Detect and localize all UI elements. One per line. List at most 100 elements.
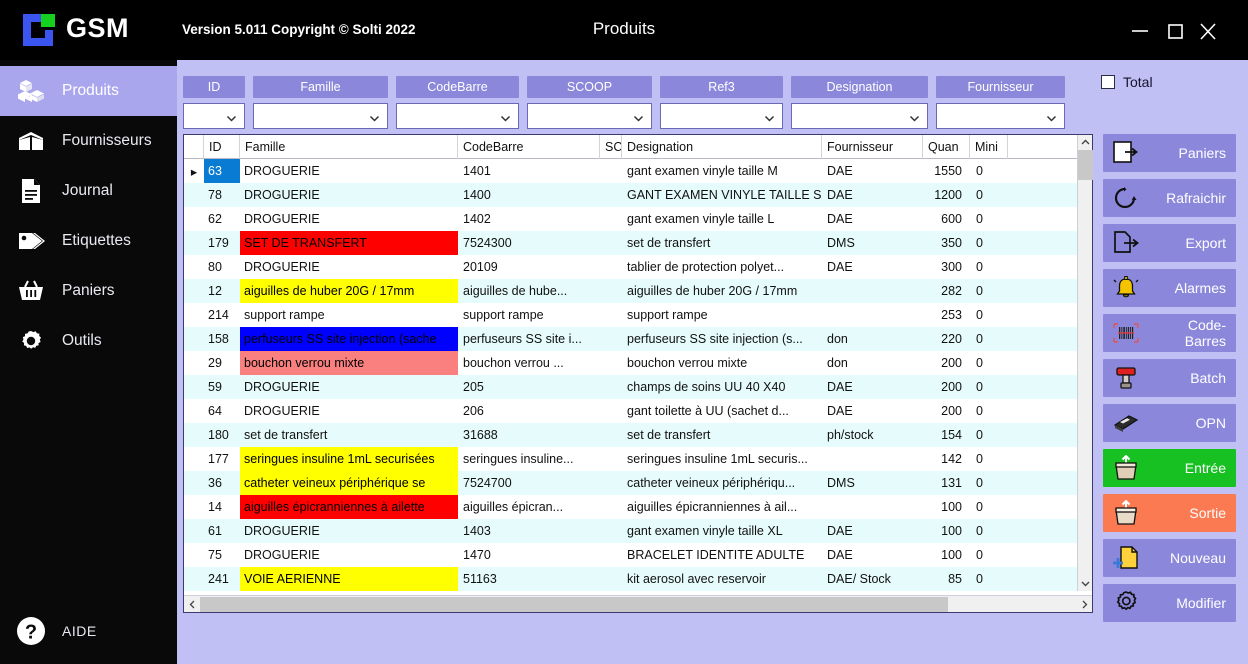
chevron-up-icon[interactable] — [1078, 135, 1092, 150]
sidebar-item-label: AIDE — [62, 623, 97, 639]
filter-select-codebarre[interactable] — [396, 103, 519, 129]
rail-button-opn[interactable]: OPN — [1103, 404, 1236, 442]
table-cell-sc — [600, 399, 622, 423]
table-header-mini[interactable]: Mini — [970, 135, 1008, 159]
table-row[interactable]: 180 set de transfert 31688 set de transfert… — [184, 423, 1092, 447]
rail-button-alarmes[interactable]: Alarmes — [1103, 269, 1236, 307]
table-cell-marker — [184, 543, 204, 567]
rail-button-rafraichir[interactable]: Rafraichir — [1103, 179, 1236, 217]
filter-column-id: ID — [183, 76, 245, 129]
basket-icon — [0, 279, 62, 303]
table-header-id[interactable]: ID — [204, 135, 240, 159]
barcode-icon — [1103, 322, 1149, 344]
sidebar-item-etiquettes[interactable]: Etiquettes — [0, 216, 177, 266]
table-header-quan[interactable]: Quan — [923, 135, 970, 159]
table-row[interactable]: 64 DROGUERIE 206 gant toilette à UU (sachet… — [184, 399, 1092, 423]
sidebar-item-fournisseurs[interactable]: Fournisseurs — [0, 116, 177, 166]
minimize-icon[interactable] — [1124, 16, 1156, 46]
horizontal-scrollbar[interactable] — [184, 595, 1092, 612]
table-cell-famille: bouchon verrou mixte — [240, 351, 458, 375]
table-row[interactable]: 241 VOIE AERIENNE 51163 kit aerosol avec re… — [184, 567, 1092, 591]
table-row[interactable]: 177 seringues insuline 1mL securisées seri… — [184, 447, 1092, 471]
close-icon[interactable] — [1192, 16, 1224, 46]
table-cell-designation: set de transfert — [627, 236, 711, 250]
table-cell-designation: BRACELET IDENTITE ADULTE — [627, 548, 805, 562]
rail-button-code-barres[interactable]: Code-Barres — [1103, 314, 1236, 352]
table-cell-designation: gant examen vinyle taille M — [627, 164, 778, 178]
rail-button-paniers[interactable]: Paniers — [1103, 134, 1236, 172]
filter-select-scoop[interactable] — [527, 103, 652, 129]
chevron-down-icon[interactable] — [226, 111, 237, 122]
table-row[interactable]: 78 DROGUERIE 1400 GANT EXAMEN VINYLE TAILLE… — [184, 183, 1092, 207]
rail-button-entr-e[interactable]: Entrée — [1103, 449, 1236, 487]
rail-button-sortie[interactable]: Sortie — [1103, 494, 1236, 532]
table-cell-designation: gant toilette à UU (sachet d... — [627, 404, 789, 418]
table-header-marker[interactable] — [184, 135, 204, 159]
sidebar-item-produits[interactable]: Produits — [0, 66, 177, 116]
chevron-down-icon[interactable] — [909, 111, 920, 122]
table-cell-designation: champs de soins UU 40 X40 — [627, 380, 786, 394]
table-body[interactable]: ▸ 63 DROGUERIE 1401 gant examen vinyle taill… — [184, 159, 1092, 591]
sidebar-item-journal[interactable]: Journal — [0, 166, 177, 216]
filter-select-designation[interactable] — [791, 103, 928, 129]
filter-select-id[interactable] — [183, 103, 245, 129]
table-header-codebarre[interactable]: CodeBarre — [458, 135, 600, 159]
chevron-down-icon[interactable] — [1046, 111, 1057, 122]
maximize-icon[interactable] — [1159, 16, 1191, 46]
table-cell-mini: 0 — [976, 452, 983, 466]
table-row[interactable]: 59 DROGUERIE 205 champs de soins UU 40 X40 D… — [184, 375, 1092, 399]
chevron-down-icon[interactable] — [500, 111, 511, 122]
vertical-scrollbar-thumb[interactable] — [1078, 150, 1093, 180]
sidebar-item-outils[interactable]: Outils — [0, 316, 177, 366]
filter-select-ref3[interactable] — [660, 103, 783, 129]
filter-select-famille[interactable] — [253, 103, 388, 129]
table-row[interactable]: 214 support rampe support rampe support ram… — [184, 303, 1092, 327]
table-row[interactable]: ▸ 63 DROGUERIE 1401 gant examen vinyle taill… — [184, 159, 1092, 183]
table-cell-codebarre: 51163 — [463, 572, 497, 586]
document-icon — [0, 178, 62, 204]
rail-button-label: Modifier — [1176, 595, 1226, 611]
chevron-down-icon[interactable] — [369, 111, 380, 122]
table-cell-sc — [600, 375, 622, 399]
chevron-down-icon[interactable] — [633, 111, 644, 122]
table-cell-quan: 200 — [941, 356, 962, 370]
table-header-famille[interactable]: Famille — [240, 135, 458, 159]
table-cell-marker — [184, 231, 204, 255]
table-row[interactable]: 36 catheter veineux périphérique se 752470… — [184, 471, 1092, 495]
table-header-designation[interactable]: Designation — [622, 135, 822, 159]
filter-select-fournisseur[interactable] — [936, 103, 1065, 129]
table-row[interactable]: 14 aiguilles épicranniennes à ailette aigu… — [184, 495, 1092, 519]
vertical-scrollbar[interactable] — [1077, 135, 1093, 591]
chevron-down-icon[interactable] — [764, 111, 775, 122]
table-cell-sc — [600, 159, 622, 183]
table-row[interactable]: 179 SET DE TRANSFERT 7524300 set de transfe… — [184, 231, 1092, 255]
chevron-down-icon[interactable] — [1078, 576, 1093, 591]
sidebar-item-label: Paniers — [62, 282, 115, 299]
table-row[interactable]: 62 DROGUERIE 1402 gant examen vinyle taille… — [184, 207, 1092, 231]
table-header-sc[interactable]: SC — [600, 135, 622, 159]
horizontal-scrollbar-thumb[interactable] — [200, 597, 948, 612]
svg-text:?: ? — [25, 622, 37, 644]
sidebar-item-label: Fournisseurs — [62, 132, 152, 149]
table-cell-fournisseur — [822, 279, 923, 303]
table-row[interactable]: 29 bouchon verrou mixte bouchon verrou ...… — [184, 351, 1092, 375]
rail-button-modifier[interactable]: Modifier — [1103, 584, 1236, 622]
rail-button-export[interactable]: Export — [1103, 224, 1236, 262]
chevron-left-icon[interactable] — [184, 596, 200, 612]
sidebar-item-aide[interactable]: ? AIDE — [0, 606, 177, 656]
table-header-fournisseur[interactable]: Fournisseur — [822, 135, 923, 159]
rail-button-batch[interactable]: Batch — [1103, 359, 1236, 397]
table-row[interactable]: 12 aiguilles de huber 20G / 17mm aiguilles… — [184, 279, 1092, 303]
table-row[interactable]: 80 DROGUERIE 20109 tablier de protection po… — [184, 255, 1092, 279]
sidebar-item-paniers[interactable]: Paniers — [0, 266, 177, 316]
rail-button-nouveau[interactable]: Nouveau — [1103, 539, 1236, 577]
table-row[interactable]: 158 perfuseurs SS site injection (sache pe… — [184, 327, 1092, 351]
table-cell-quan: 200 — [941, 380, 962, 394]
table-row[interactable]: 61 DROGUERIE 1403 gant examen vinyle taille… — [184, 519, 1092, 543]
table-cell-famille: DROGUERIE — [244, 524, 320, 538]
chevron-right-icon[interactable] — [1076, 596, 1092, 612]
table-row[interactable]: 75 DROGUERIE 1470 BRACELET IDENTITE ADULTE D… — [184, 543, 1092, 567]
table-cell-quan: 1550 — [934, 164, 962, 178]
total-checkbox[interactable]: Total — [1101, 74, 1153, 90]
total-checkbox-box[interactable] — [1101, 75, 1115, 89]
